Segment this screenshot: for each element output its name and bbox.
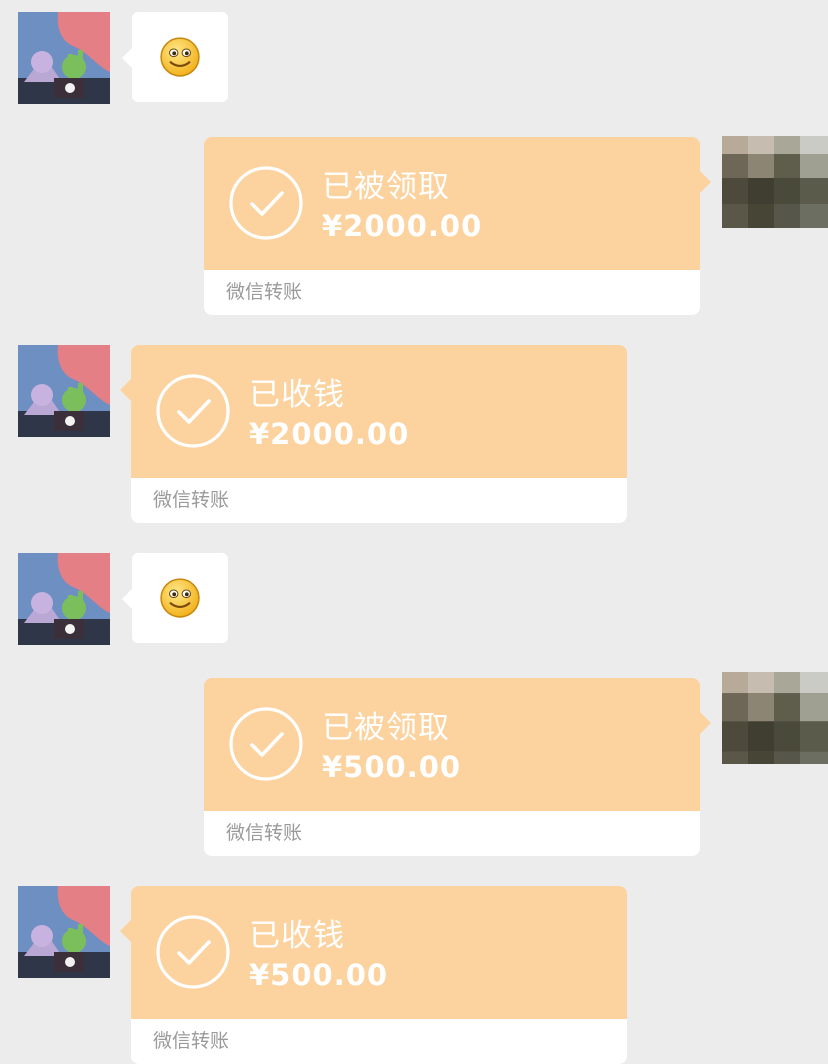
- check-circle-icon: [155, 373, 231, 449]
- transfer-source-label: 微信转账: [226, 822, 303, 844]
- transfer-amount: ¥500.00: [322, 750, 462, 784]
- transfer-card-footer: 微信转账: [131, 478, 627, 523]
- transfer-card-header: 已被领取 ¥2000.00: [204, 137, 711, 270]
- contact-avatar[interactable]: [18, 553, 110, 645]
- check-circle-icon: [228, 706, 304, 782]
- transfer-source-label: 微信转账: [153, 489, 230, 511]
- transfer-card[interactable]: 已收钱 ¥2000.00 微信转账: [120, 345, 627, 523]
- transfer-card-header: 已收钱 ¥500.00: [120, 886, 627, 1019]
- contact-avatar[interactable]: [18, 886, 110, 978]
- transfer-card[interactable]: 已被领取 ¥2000.00 微信转账: [204, 137, 711, 315]
- transfer-source-label: 微信转账: [226, 281, 303, 303]
- chat-message-list[interactable]: 已被领取 ¥2000.00 微信转账 已收钱 ¥2000.00 微信转账 已被领…: [0, 0, 828, 1064]
- smile-face-icon: [159, 36, 201, 78]
- transfer-amount: ¥500.00: [249, 958, 389, 992]
- transfer-card[interactable]: 已收钱 ¥500.00 微信转账: [120, 886, 627, 1064]
- check-circle-icon: [155, 914, 231, 990]
- my-avatar[interactable]: [722, 136, 828, 228]
- transfer-card[interactable]: 已被领取 ¥500.00 微信转账: [204, 678, 711, 856]
- transfer-status: 已被领取: [322, 710, 450, 746]
- transfer-source-label: 微信转账: [153, 1030, 230, 1052]
- transfer-status: 已被领取: [322, 169, 450, 205]
- emoji-message-bubble[interactable]: [122, 12, 228, 102]
- transfer-card-footer: 微信转账: [131, 1019, 627, 1064]
- emoji-message-bubble[interactable]: [122, 553, 228, 643]
- transfer-status: 已收钱: [249, 377, 345, 413]
- transfer-card-footer: 微信转账: [204, 811, 700, 856]
- transfer-card-header: 已被领取 ¥500.00: [204, 678, 711, 811]
- transfer-amount: ¥2000.00: [249, 417, 410, 451]
- transfer-status: 已收钱: [249, 918, 345, 954]
- check-circle-icon: [228, 165, 304, 241]
- transfer-amount: ¥2000.00: [322, 209, 483, 243]
- contact-avatar[interactable]: [18, 12, 110, 104]
- transfer-card-header: 已收钱 ¥2000.00: [120, 345, 627, 478]
- contact-avatar[interactable]: [18, 345, 110, 437]
- smile-face-icon: [159, 577, 201, 619]
- my-avatar[interactable]: [722, 672, 828, 764]
- transfer-card-footer: 微信转账: [204, 270, 700, 315]
